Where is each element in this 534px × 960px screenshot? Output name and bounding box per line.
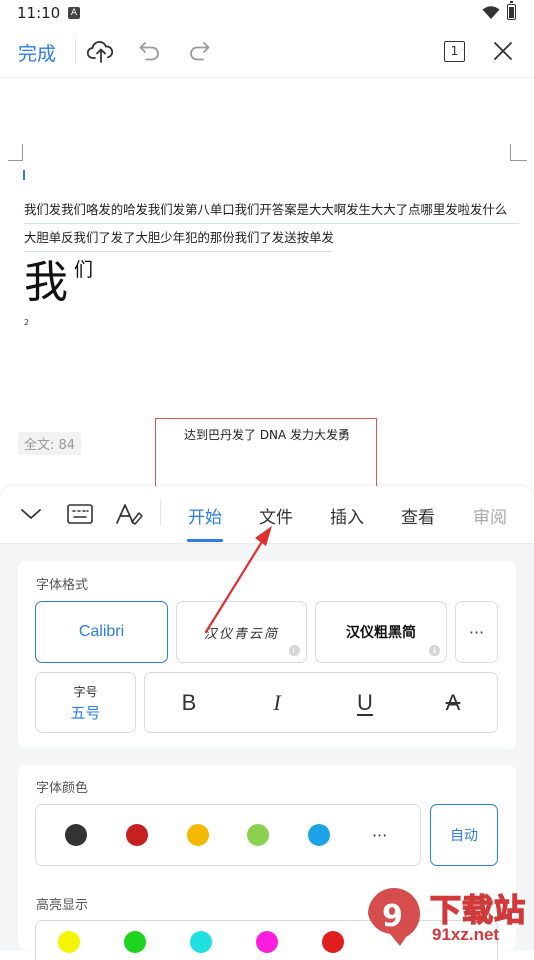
font-option-label: Calibri <box>78 623 125 640</box>
superscript-character[interactable]: 们 <box>74 255 93 282</box>
highlight-title: 高亮显示 <box>36 898 89 913</box>
tab-insert[interactable]: 插入 <box>330 503 364 528</box>
color-swatch[interactable] <box>247 824 270 846</box>
document-paragraph[interactable]: 我们发我们咯发的哈发我们发第八单口我们开答案是大大啊发生大大了点哪里发啦发什么 <box>24 200 519 224</box>
italic-button[interactable]: I <box>257 690 297 716</box>
notification-icon: A <box>68 7 80 19</box>
text-style-icon[interactable] <box>115 503 143 525</box>
color-swatch[interactable] <box>65 824 88 846</box>
auto-color-label: 自动 <box>450 828 478 844</box>
watermark-logo: 9 <box>368 888 420 946</box>
page-corner-right <box>510 144 527 161</box>
font-option-label: 汉仪粗黑简 <box>346 625 416 641</box>
underline-button[interactable]: U <box>345 690 385 716</box>
tab-view[interactable]: 查看 <box>401 503 435 528</box>
watermark-title: 下载站 <box>429 892 526 930</box>
active-tab-indicator <box>187 539 223 542</box>
font-size-value: 五号 <box>70 703 101 722</box>
font-format-title: 字体格式 <box>36 578 89 593</box>
tab-divider <box>160 500 161 526</box>
watermark-url: 91xz.net <box>432 925 500 944</box>
close-icon[interactable] <box>492 40 514 62</box>
auto-color-button[interactable]: 自动 <box>430 804 498 866</box>
page-count-icon[interactable]: 1 <box>444 41 465 62</box>
undo-icon[interactable] <box>138 40 162 62</box>
watermark-glyph: 9 <box>382 899 403 934</box>
font-color-title: 字体颜色 <box>36 781 89 796</box>
color-swatch[interactable] <box>307 824 330 846</box>
keyboard-icon[interactable] <box>67 503 93 525</box>
word-count-badge: 全文: 84 <box>18 432 82 455</box>
more-colors-button[interactable]: ··· <box>369 826 391 845</box>
toolbar-divider <box>75 38 76 64</box>
font-option-calibri[interactable]: Calibri <box>35 601 168 663</box>
small-number: 2 <box>24 318 30 327</box>
page-corner-left <box>8 144 23 161</box>
tab-file[interactable]: 文件 <box>259 503 293 528</box>
bold-button[interactable]: B <box>169 690 209 716</box>
download-icon: ↓ <box>429 645 440 656</box>
color-swatch[interactable] <box>125 824 148 846</box>
status-time: 11:10 <box>17 4 61 22</box>
strikethrough-button[interactable]: A <box>433 690 473 716</box>
download-icon: ↓ <box>289 645 300 656</box>
more-icon: ··· <box>468 622 485 642</box>
tab-home[interactable]: 开始 <box>188 503 222 528</box>
font-size-label: 字号 <box>73 684 98 699</box>
font-option-cuhei[interactable]: 汉仪粗黑简 ↓ <box>315 601 447 663</box>
wifi-icon <box>482 6 500 19</box>
cloud-upload-icon[interactable] <box>87 38 115 64</box>
done-button[interactable]: 完成 <box>18 39 56 66</box>
font-color-palette: ··· <box>35 804 421 866</box>
tab-review[interactable]: 审阅 <box>473 503 507 528</box>
font-option-qingyun[interactable]: 汉仪青云简 ↓ <box>176 601 307 663</box>
font-option-label: 汉仪青云简 <box>203 626 279 642</box>
large-character[interactable]: 我 <box>24 256 68 310</box>
battery-icon <box>507 1 516 20</box>
more-fonts-button[interactable]: ··· <box>455 601 498 663</box>
redo-icon[interactable] <box>187 40 211 62</box>
color-swatch[interactable] <box>186 824 209 846</box>
font-size-selector[interactable]: 字号 五号 <box>35 672 136 733</box>
toolbar-bottom-border <box>0 77 534 78</box>
text-style-group: B I U A <box>144 672 498 733</box>
document-paragraph[interactable]: 大胆单反我们了发了大胆少年犯的那份我们了发送按单发 <box>24 228 334 252</box>
text-cursor <box>23 170 25 180</box>
text-box-content[interactable]: 达到巴丹发了 DNA 发力大发勇 <box>184 426 350 443</box>
chevron-down-icon[interactable] <box>20 506 42 522</box>
